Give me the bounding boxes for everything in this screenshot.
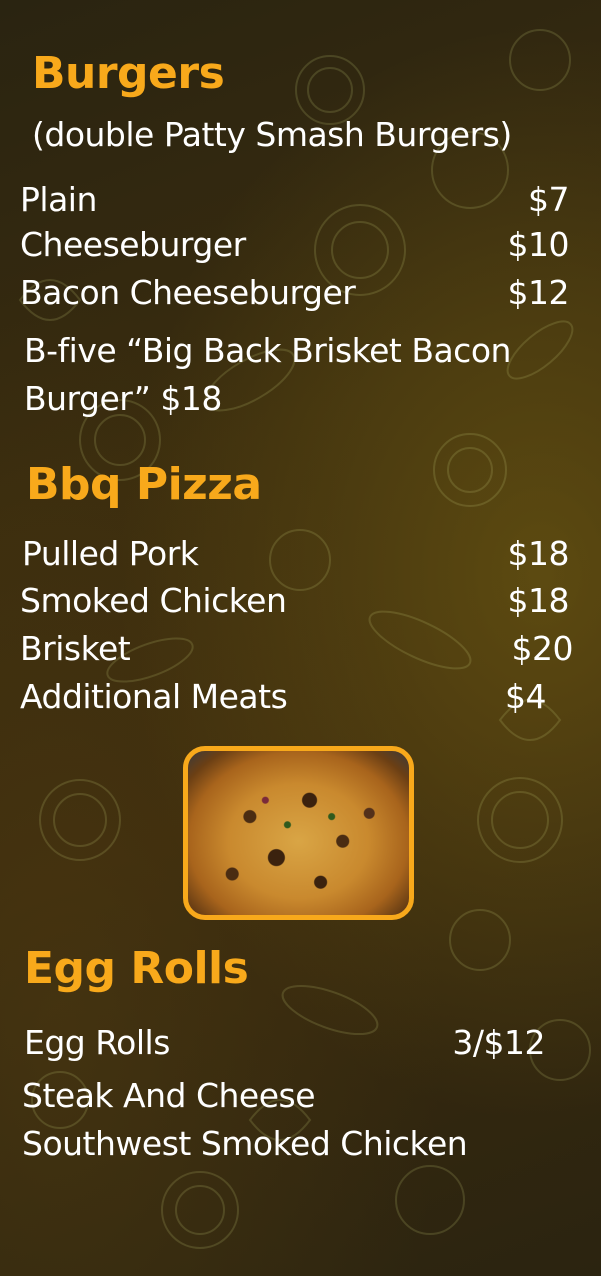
menu-item-name: Additional Meats xyxy=(20,677,288,716)
menu-item-price: 3/$12 xyxy=(452,1023,545,1062)
burgers-heading: Burgers xyxy=(32,48,225,99)
menu-item-name: Cheeseburger xyxy=(20,225,246,264)
menu-item-price: $10 xyxy=(507,225,570,264)
menu-item-price: $20 xyxy=(511,629,574,668)
menu-item-price: $7 xyxy=(528,180,570,219)
menu-item-name: Southwest Smoked Chicken xyxy=(22,1124,468,1163)
menu-item-price: $12 xyxy=(507,273,570,312)
burgers-subtitle: (double Patty Smash Burgers) xyxy=(32,115,512,154)
menu-item-name: Pulled Pork xyxy=(22,534,199,573)
special-burger-line-2: Burger” $18 xyxy=(24,379,222,418)
menu-item-name: Plain xyxy=(20,180,97,219)
menu-item-name: Brisket xyxy=(20,629,131,668)
menu-item-name: Bacon Cheeseburger xyxy=(20,273,356,312)
menu-item-name: Steak And Cheese xyxy=(22,1076,316,1115)
menu-item-price: $18 xyxy=(507,534,570,573)
pizza-photo xyxy=(183,746,414,920)
menu-item-name: Egg Rolls xyxy=(24,1023,170,1062)
pizza-heading: Bbq Pizza xyxy=(26,459,262,510)
menu-item-name: Smoked Chicken xyxy=(20,581,287,620)
menu-item-price: $18 xyxy=(507,581,570,620)
egg-rolls-heading: Egg Rolls xyxy=(24,943,249,994)
menu-item-price: $4 xyxy=(505,677,547,716)
special-burger-line-1: B-five “Big Back Brisket Bacon xyxy=(24,331,511,370)
